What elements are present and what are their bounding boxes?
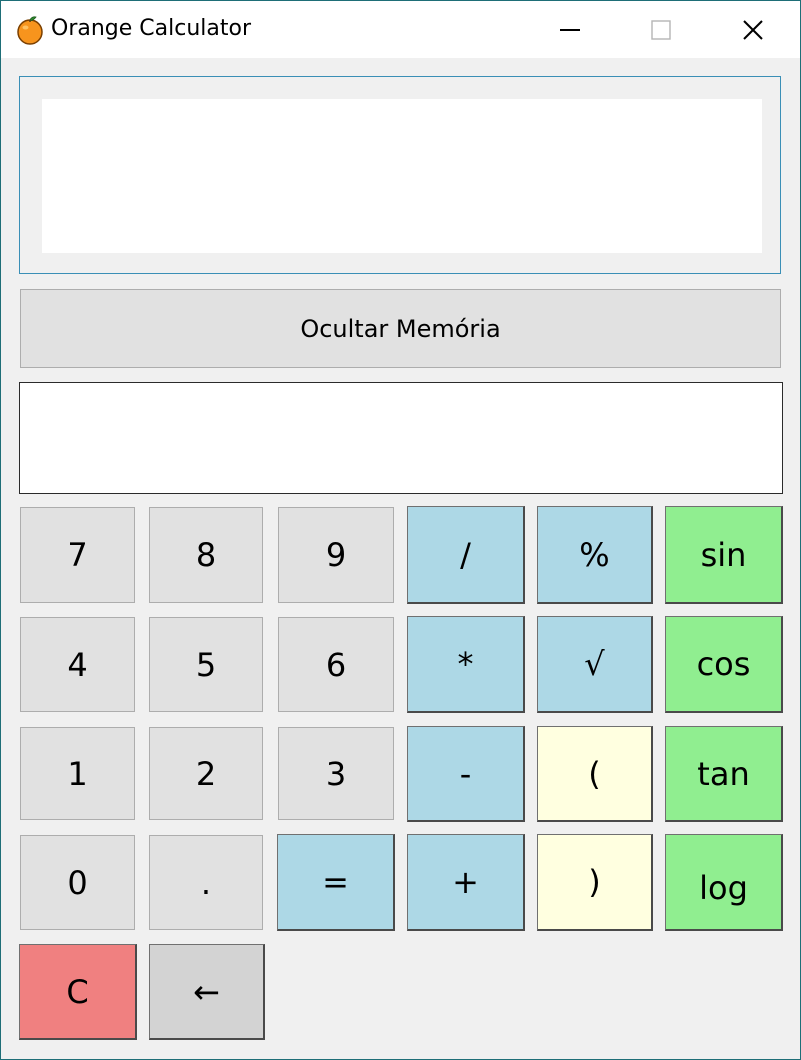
key-8[interactable]: 8 [149,507,263,603]
key-percent[interactable]: % [537,506,653,604]
minimize-button[interactable] [524,1,616,58]
key-clear[interactable]: C [19,944,137,1040]
key-tan[interactable]: tan [665,726,783,822]
key-6[interactable]: 6 [278,617,394,712]
key-decimal[interactable]: . [149,835,263,930]
key-0[interactable]: 0 [20,835,135,930]
key-cos[interactable]: cos [665,616,783,713]
key-7[interactable]: 7 [20,507,135,603]
key-1[interactable]: 1 [20,727,135,820]
memory-list[interactable] [19,382,783,494]
title-bar[interactable]: Orange Calculator [1,1,800,58]
key-close-paren[interactable]: ) [537,834,653,931]
key-9[interactable]: 9 [278,507,394,603]
key-log-label: log [699,869,748,907]
key-subtract[interactable]: - [407,726,525,822]
close-icon [742,19,764,41]
calculator-window: Orange Calculator Ocultar Memória 7 8 9 … [0,0,801,1060]
minimize-icon [559,28,581,32]
key-multiply[interactable]: * [407,616,525,713]
hide-memory-button[interactable]: Ocultar Memória [20,289,781,368]
key-divide[interactable]: / [407,506,525,604]
key-5[interactable]: 5 [149,617,263,712]
key-log[interactable]: log [665,834,783,931]
maximize-button[interactable] [615,1,707,58]
display-field[interactable] [42,99,762,253]
key-add[interactable]: + [407,834,525,931]
maximize-icon [651,19,671,40]
key-3[interactable]: 3 [278,727,394,820]
display-panel [19,76,781,274]
close-button[interactable] [707,1,799,58]
key-sqrt[interactable]: √ [537,616,653,713]
key-equals[interactable]: = [277,834,395,931]
key-open-paren[interactable]: ( [537,726,653,822]
window-title: Orange Calculator [51,16,251,41]
orange-fruit-icon [15,14,45,46]
key-4[interactable]: 4 [20,617,135,712]
key-backspace[interactable]: ← [149,944,265,1040]
key-sin[interactable]: sin [665,506,783,604]
key-2[interactable]: 2 [149,727,263,820]
